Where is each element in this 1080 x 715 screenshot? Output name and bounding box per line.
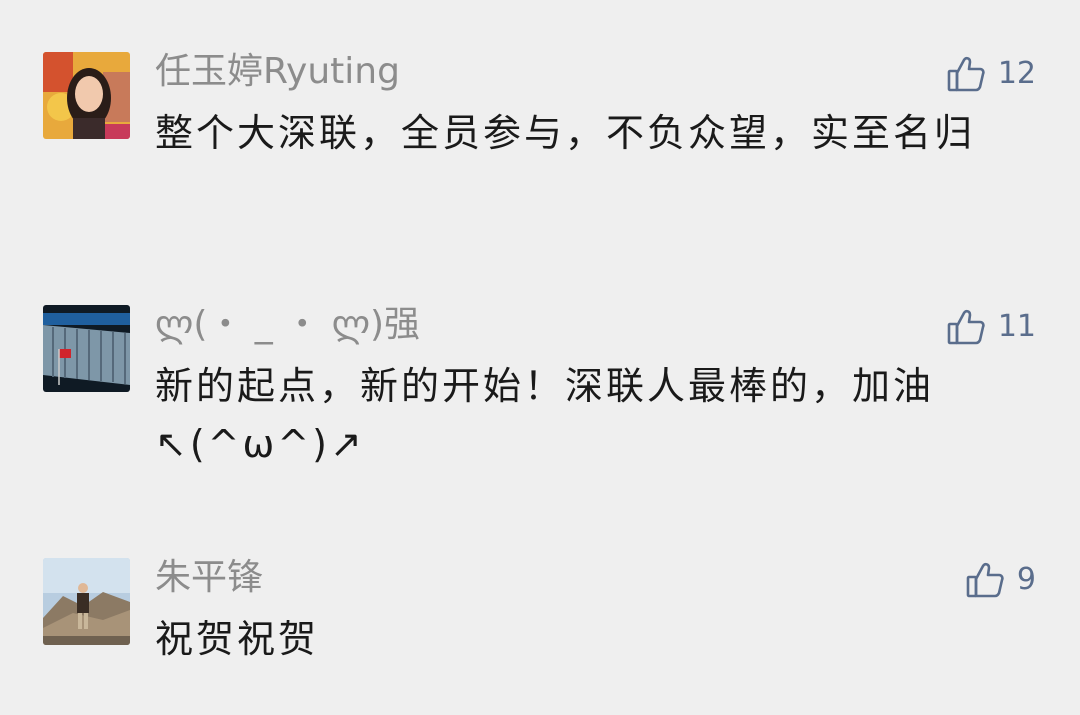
comment-text: 整个大深联，全员参与，不负众望，实至名归 <box>155 111 976 155</box>
avatar[interactable] <box>43 305 130 392</box>
comment-username[interactable]: ლ(・ _ ・ ლ)强 <box>155 305 420 345</box>
thumbs-up-icon <box>946 307 986 347</box>
thumbs-up-icon <box>946 54 986 94</box>
like-button[interactable]: 12 <box>946 52 1036 96</box>
like-button[interactable]: 9 <box>965 558 1036 602</box>
like-count: 11 <box>997 309 1036 344</box>
comment-text: 新的起点，新的开始！深联人最棒的，加油↖(^ω^)↗ <box>155 364 935 466</box>
avatar[interactable] <box>43 52 130 139</box>
like-count: 12 <box>997 56 1036 91</box>
comment-username[interactable]: 任玉婷Ryuting <box>155 52 400 92</box>
thumbs-up-icon <box>965 560 1005 600</box>
comment-text: 祝贺祝贺 <box>155 617 320 661</box>
like-button[interactable]: 11 <box>946 305 1036 349</box>
avatar[interactable] <box>43 558 130 645</box>
comment-list: 任玉婷Ryuting 12 整个大深联，全员参与，不负众望，实至名归 ლ(・ _… <box>0 0 1080 715</box>
like-count: 9 <box>1016 562 1036 597</box>
comment-username[interactable]: 朱平锋 <box>155 558 263 598</box>
